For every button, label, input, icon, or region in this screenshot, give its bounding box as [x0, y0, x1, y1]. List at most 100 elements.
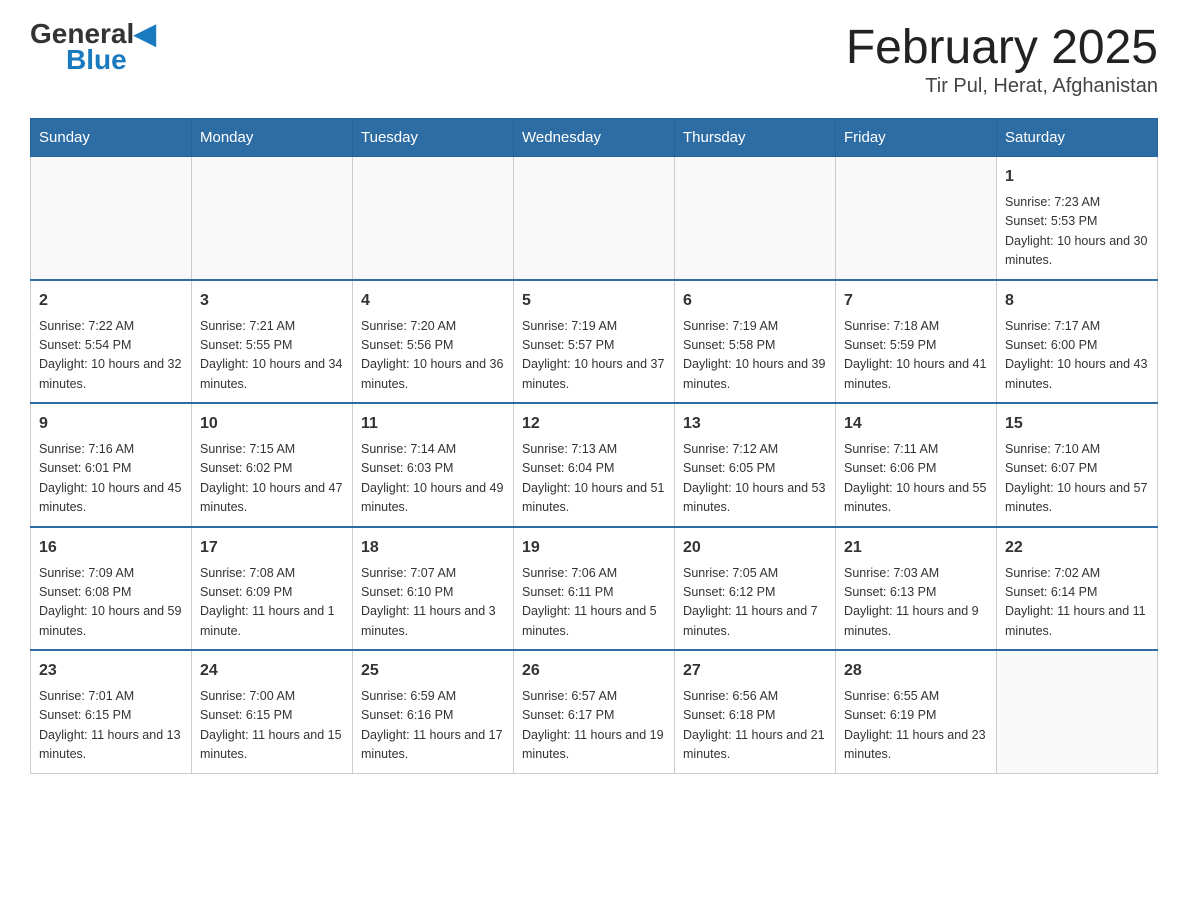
calendar-cell: 12 Sunrise: 7:13 AM Sunset: 6:04 PM Dayli…: [514, 403, 675, 527]
calendar-cell: 26 Sunrise: 6:57 AM Sunset: 6:17 PM Dayli…: [514, 650, 675, 773]
calendar-cell: 19 Sunrise: 7:06 AM Sunset: 6:11 PM Dayli…: [514, 527, 675, 651]
calendar-cell: [514, 157, 675, 280]
day-number: 24: [200, 659, 344, 683]
day-info: Sunrise: 6:55 AM Sunset: 6:19 PM Dayligh…: [844, 687, 988, 765]
calendar-cell: 2Sunrise: 7:22 AM Sunset: 5:54 PM Daylig…: [31, 280, 192, 404]
day-info: Sunrise: 7:14 AM Sunset: 6:03 PM Dayligh…: [361, 440, 505, 518]
title-block: February 2025 Tir Pul, Herat, Afghanista…: [846, 20, 1158, 98]
day-number: 23: [39, 659, 183, 683]
day-info: Sunrise: 7:06 AM Sunset: 6:11 PM Dayligh…: [522, 564, 666, 642]
day-info: Sunrise: 7:12 AM Sunset: 6:05 PM Dayligh…: [683, 440, 827, 518]
day-number: 21: [844, 536, 988, 560]
day-info: Sunrise: 6:56 AM Sunset: 6:18 PM Dayligh…: [683, 687, 827, 765]
day-of-week-header: Sunday: [31, 119, 192, 157]
calendar-cell: 8 Sunrise: 7:17 AM Sunset: 6:00 PM Daylig…: [997, 280, 1158, 404]
day-number: 19: [522, 536, 666, 560]
logo-blue-text: Blue: [66, 46, 127, 74]
day-number: 18: [361, 536, 505, 560]
calendar-cell: 20Sunrise: 7:05 AM Sunset: 6:12 PM Dayli…: [675, 527, 836, 651]
calendar-cell: 15 Sunrise: 7:10 AM Sunset: 6:07 PM Dayli…: [997, 403, 1158, 527]
calendar-cell: 6 Sunrise: 7:19 AM Sunset: 5:58 PM Daylig…: [675, 280, 836, 404]
day-number: 5: [522, 289, 666, 313]
day-info: Sunrise: 7:16 AM Sunset: 6:01 PM Dayligh…: [39, 440, 183, 518]
day-info: Sunrise: 7:13 AM Sunset: 6:04 PM Dayligh…: [522, 440, 666, 518]
calendar-cell: 9 Sunrise: 7:16 AM Sunset: 6:01 PM Daylig…: [31, 403, 192, 527]
calendar-cell: 22 Sunrise: 7:02 AM Sunset: 6:14 PM Dayli…: [997, 527, 1158, 651]
calendar-cell: 25 Sunrise: 6:59 AM Sunset: 6:16 PM Dayli…: [353, 650, 514, 773]
day-info: Sunrise: 7:09 AM Sunset: 6:08 PM Dayligh…: [39, 564, 183, 642]
day-number: 7: [844, 289, 988, 313]
day-of-week-header: Wednesday: [514, 119, 675, 157]
calendar-week-row: 16 Sunrise: 7:09 AM Sunset: 6:08 PM Dayli…: [31, 527, 1158, 651]
calendar-cell: 16 Sunrise: 7:09 AM Sunset: 6:08 PM Dayli…: [31, 527, 192, 651]
calendar-week-row: 2Sunrise: 7:22 AM Sunset: 5:54 PM Daylig…: [31, 280, 1158, 404]
logo: General◀ Blue: [30, 20, 156, 74]
day-info: Sunrise: 7:10 AM Sunset: 6:07 PM Dayligh…: [1005, 440, 1149, 518]
day-number: 9: [39, 412, 183, 436]
day-info: Sunrise: 7:17 AM Sunset: 6:00 PM Dayligh…: [1005, 317, 1149, 395]
day-info: Sunrise: 6:57 AM Sunset: 6:17 PM Dayligh…: [522, 687, 666, 765]
day-info: Sunrise: 7:00 AM Sunset: 6:15 PM Dayligh…: [200, 687, 344, 765]
calendar-cell: 17 Sunrise: 7:08 AM Sunset: 6:09 PM Dayli…: [192, 527, 353, 651]
day-number: 4: [361, 289, 505, 313]
calendar-header-row: SundayMondayTuesdayWednesdayThursdayFrid…: [31, 119, 1158, 157]
day-number: 16: [39, 536, 183, 560]
page-header: General◀ Blue February 2025 Tir Pul, Her…: [30, 20, 1158, 98]
calendar-cell: [31, 157, 192, 280]
calendar-cell: 28Sunrise: 6:55 AM Sunset: 6:19 PM Dayli…: [836, 650, 997, 773]
calendar-cell: 21 Sunrise: 7:03 AM Sunset: 6:13 PM Dayli…: [836, 527, 997, 651]
day-info: Sunrise: 7:21 AM Sunset: 5:55 PM Dayligh…: [200, 317, 344, 395]
calendar-cell: 18 Sunrise: 7:07 AM Sunset: 6:10 PM Dayli…: [353, 527, 514, 651]
day-number: 10: [200, 412, 344, 436]
calendar-title: February 2025: [846, 20, 1158, 75]
day-info: Sunrise: 7:01 AM Sunset: 6:15 PM Dayligh…: [39, 687, 183, 765]
day-info: Sunrise: 7:15 AM Sunset: 6:02 PM Dayligh…: [200, 440, 344, 518]
day-number: 27: [683, 659, 827, 683]
day-number: 26: [522, 659, 666, 683]
day-info: Sunrise: 7:20 AM Sunset: 5:56 PM Dayligh…: [361, 317, 505, 395]
day-info: Sunrise: 7:11 AM Sunset: 6:06 PM Dayligh…: [844, 440, 988, 518]
day-number: 25: [361, 659, 505, 683]
calendar-cell: 1Sunrise: 7:23 AM Sunset: 5:53 PM Daylig…: [997, 157, 1158, 280]
calendar-cell: 23 Sunrise: 7:01 AM Sunset: 6:15 PM Dayli…: [31, 650, 192, 773]
calendar-cell: 4 Sunrise: 7:20 AM Sunset: 5:56 PM Daylig…: [353, 280, 514, 404]
day-of-week-header: Monday: [192, 119, 353, 157]
day-info: Sunrise: 7:19 AM Sunset: 5:57 PM Dayligh…: [522, 317, 666, 395]
calendar-table: SundayMondayTuesdayWednesdayThursdayFrid…: [30, 118, 1158, 774]
calendar-cell: 5 Sunrise: 7:19 AM Sunset: 5:57 PM Daylig…: [514, 280, 675, 404]
calendar-week-row: 23 Sunrise: 7:01 AM Sunset: 6:15 PM Dayli…: [31, 650, 1158, 773]
day-number: 12: [522, 412, 666, 436]
calendar-cell: 11 Sunrise: 7:14 AM Sunset: 6:03 PM Dayli…: [353, 403, 514, 527]
calendar-cell: [997, 650, 1158, 773]
day-number: 11: [361, 412, 505, 436]
calendar-cell: 3 Sunrise: 7:21 AM Sunset: 5:55 PM Daylig…: [192, 280, 353, 404]
day-info: Sunrise: 7:22 AM Sunset: 5:54 PM Dayligh…: [39, 317, 183, 395]
day-info: Sunrise: 7:05 AM Sunset: 6:12 PM Dayligh…: [683, 564, 827, 642]
calendar-week-row: 1Sunrise: 7:23 AM Sunset: 5:53 PM Daylig…: [31, 157, 1158, 280]
day-info: Sunrise: 7:08 AM Sunset: 6:09 PM Dayligh…: [200, 564, 344, 642]
day-number: 1: [1005, 165, 1149, 189]
calendar-cell: [836, 157, 997, 280]
day-number: 3: [200, 289, 344, 313]
day-info: Sunrise: 7:19 AM Sunset: 5:58 PM Dayligh…: [683, 317, 827, 395]
day-number: 15: [1005, 412, 1149, 436]
day-of-week-header: Saturday: [997, 119, 1158, 157]
day-info: Sunrise: 7:03 AM Sunset: 6:13 PM Dayligh…: [844, 564, 988, 642]
day-info: Sunrise: 6:59 AM Sunset: 6:16 PM Dayligh…: [361, 687, 505, 765]
day-info: Sunrise: 7:18 AM Sunset: 5:59 PM Dayligh…: [844, 317, 988, 395]
day-info: Sunrise: 7:07 AM Sunset: 6:10 PM Dayligh…: [361, 564, 505, 642]
calendar-cell: 13Sunrise: 7:12 AM Sunset: 6:05 PM Dayli…: [675, 403, 836, 527]
day-info: Sunrise: 7:02 AM Sunset: 6:14 PM Dayligh…: [1005, 564, 1149, 642]
day-of-week-header: Friday: [836, 119, 997, 157]
day-number: 22: [1005, 536, 1149, 560]
day-number: 8: [1005, 289, 1149, 313]
day-of-week-header: Tuesday: [353, 119, 514, 157]
day-number: 17: [200, 536, 344, 560]
calendar-cell: [675, 157, 836, 280]
day-number: 6: [683, 289, 827, 313]
calendar-cell: [353, 157, 514, 280]
calendar-cell: 27 Sunrise: 6:56 AM Sunset: 6:18 PM Dayli…: [675, 650, 836, 773]
day-of-week-header: Thursday: [675, 119, 836, 157]
calendar-week-row: 9 Sunrise: 7:16 AM Sunset: 6:01 PM Daylig…: [31, 403, 1158, 527]
day-number: 14: [844, 412, 988, 436]
